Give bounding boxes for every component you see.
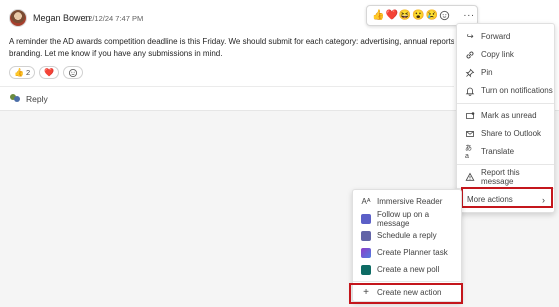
surprised-reaction-icon[interactable]: 😮 [412, 8, 424, 23]
menu-item-report[interactable]: Report this message [457, 167, 554, 186]
reaction-count: 2 [25, 68, 31, 77]
submenu-item-schedule-reply[interactable]: Schedule a reply [353, 227, 461, 244]
more-options-button[interactable]: ··· [463, 10, 475, 21]
like-reaction-icon[interactable]: 👍 [372, 8, 384, 23]
plus-icon: + [363, 287, 369, 298]
menu-item-mark-unread[interactable]: Mark as unread [457, 107, 554, 124]
unread-icon [465, 111, 475, 121]
message-body-line-2: branding. Let me know if you have any su… [9, 49, 223, 58]
pin-icon [465, 68, 475, 78]
message-body: A reminder the AD awards competition dea… [9, 36, 454, 60]
planner-app-icon [361, 247, 371, 258]
reply-divider [0, 86, 454, 87]
menu-item-label: Report this message [481, 167, 520, 186]
menu-item-label: Schedule a reply [377, 231, 437, 240]
menu-item-pin[interactable]: Pin [457, 64, 554, 81]
menu-item-label: Copy link [481, 50, 514, 59]
menu-item-label: More actions [467, 195, 513, 204]
reaction-like-chip[interactable]: 👍 2 [9, 66, 36, 79]
menu-item-label: Turn on notifications [481, 86, 553, 95]
message-timestamp: 12/12/24 7:47 PM [84, 14, 144, 23]
menu-item-copy-link[interactable]: Copy link [457, 46, 554, 63]
forward-icon: ↪ [466, 31, 474, 41]
menu-item-forward[interactable]: ↪ Forward [457, 28, 554, 45]
submenu-item-immersive-reader[interactable]: Aᴬ Immersive Reader [353, 193, 461, 210]
mail-icon [465, 129, 475, 139]
menu-item-label: Translate [481, 147, 515, 156]
menu-separator [353, 281, 461, 282]
menu-item-translate[interactable]: あa Translate [457, 143, 554, 160]
author-name[interactable]: Megan Bowen [33, 13, 91, 23]
menu-separator [457, 188, 554, 189]
menu-item-label: Create a new poll [377, 265, 440, 274]
warning-icon [465, 172, 475, 182]
menu-item-label: Mark as unread [481, 111, 537, 120]
menu-item-label: Pin [481, 68, 493, 77]
message-body-line-1: A reminder the AD awards competition dea… [9, 37, 454, 46]
menu-item-label: Create new action [377, 288, 442, 297]
menu-item-share-outlook[interactable]: Share to Outlook [457, 125, 554, 142]
avatar[interactable] [9, 9, 27, 27]
menu-separator [457, 164, 554, 165]
link-icon [465, 50, 475, 60]
thumbs-up-icon: 👍 [14, 67, 24, 77]
reply-avatars-icon [10, 94, 20, 102]
menu-item-label: Forward [481, 32, 511, 41]
heart-reaction-icon[interactable]: ❤️ [385, 8, 397, 23]
menu-item-notifications[interactable]: Turn on notifications [457, 82, 554, 99]
message-context-menu: ↪ Forward Copy link Pin Turn on notifica… [456, 23, 555, 213]
chevron-right-icon: › [542, 194, 545, 205]
reaction-heart-chip[interactable]: ❤️ [39, 66, 60, 79]
menu-item-label: Follow up on a message [377, 209, 430, 228]
submenu-item-follow-up[interactable]: Follow up on a message [353, 209, 461, 228]
heart-icon: ❤️ [44, 67, 55, 77]
add-reaction-icon [69, 68, 78, 77]
menu-separator [457, 103, 554, 104]
reply-button[interactable]: Reply [26, 94, 48, 104]
submenu-item-planner-task[interactable]: Create Planner task [353, 244, 461, 261]
follow-up-app-icon [361, 213, 371, 224]
laugh-reaction-icon[interactable]: 😆 [399, 8, 411, 23]
sad-reaction-icon[interactable]: 😢 [426, 8, 438, 23]
menu-item-label: Immersive Reader [377, 197, 443, 206]
reactions-row: 👍 2 ❤️ [9, 66, 84, 79]
add-reaction-button[interactable] [63, 66, 84, 79]
schedule-app-icon [361, 230, 371, 241]
submenu-item-new-poll[interactable]: Create a new poll [353, 261, 461, 278]
bell-icon [465, 86, 475, 96]
submenu-item-create-action[interactable]: + Create new action [353, 284, 461, 301]
menu-item-label: Create Planner task [377, 248, 448, 257]
menu-item-more-actions[interactable]: More actions › [457, 191, 554, 208]
add-reaction-icon[interactable] [439, 8, 450, 23]
translate-icon: あa [465, 145, 472, 160]
menu-item-label: Share to Outlook [481, 129, 542, 138]
poll-app-icon [361, 264, 371, 275]
immersive-reader-icon: Aᴬ [361, 197, 371, 206]
more-actions-submenu: Aᴬ Immersive Reader Follow up on a messa… [352, 189, 462, 302]
